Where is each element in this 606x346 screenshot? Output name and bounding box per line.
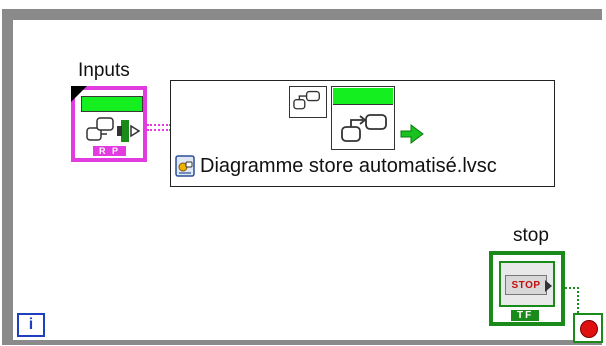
green-state-bar <box>81 96 143 112</box>
loop-condition-terminal[interactable] <box>573 313 603 343</box>
stop-terminal-tag: TF <box>511 310 540 321</box>
output-arrow-icon <box>545 280 552 292</box>
statechart-node[interactable]: Diagramme store automatisé.lvsc <box>170 80 555 187</box>
statechart-run-icon <box>331 86 395 150</box>
green-arrow-icon <box>400 124 424 144</box>
stop-button-terminal[interactable]: STOP TF <box>489 251 565 326</box>
stop-button[interactable]: STOP <box>505 275 547 295</box>
cluster-wire[interactable] <box>147 124 171 131</box>
loop-iteration-terminal: i <box>17 313 45 337</box>
green-state-bar <box>333 88 393 105</box>
inputs-terminal-tag: R P <box>93 146 127 156</box>
statechart-file-icon <box>175 155 195 177</box>
statechart-icon <box>289 86 327 118</box>
statechart-inputs-icon <box>86 117 141 142</box>
inputs-label: Inputs <box>78 60 130 81</box>
stop-label: stop <box>513 225 549 246</box>
statechart-file-name: Diagramme store automatisé.lvsc <box>200 154 497 177</box>
stop-if-true-icon <box>580 320 598 338</box>
stop-button-frame: STOP <box>499 261 555 307</box>
inputs-terminal[interactable]: R P <box>71 86 147 162</box>
statechart-file-row[interactable]: Diagramme store automatisé.lvsc <box>173 153 497 179</box>
